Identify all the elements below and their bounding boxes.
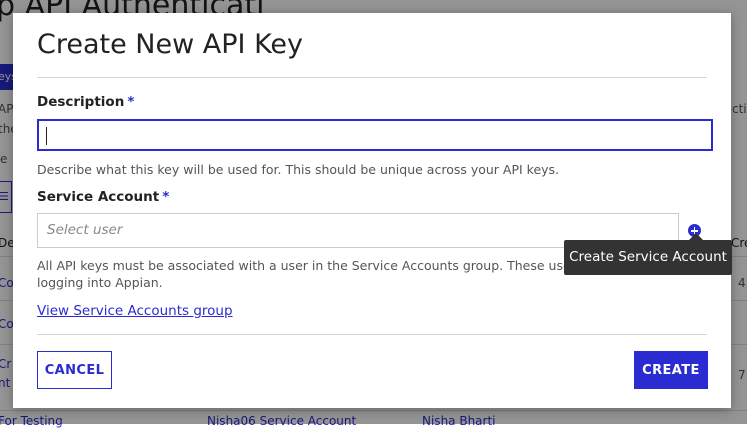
- text-caret: [46, 127, 47, 145]
- description-input[interactable]: [37, 119, 713, 151]
- footer-divider: [37, 334, 707, 335]
- create-api-key-dialog: Create New API Key Description * Describe…: [13, 13, 731, 408]
- create-button[interactable]: CREATE: [634, 351, 708, 389]
- required-marker: *: [127, 94, 135, 110]
- view-service-accounts-group-link[interactable]: View Service Accounts group: [37, 303, 233, 319]
- description-help-text: Describe what this key will be used for.…: [37, 162, 560, 177]
- service-account-label: Service Account *: [37, 189, 169, 205]
- title-divider: [37, 77, 707, 78]
- description-label-text: Description: [37, 94, 125, 110]
- service-account-placeholder: Select user: [47, 222, 123, 238]
- service-account-label-text: Service Account: [37, 189, 160, 205]
- dialog-title: Create New API Key: [37, 29, 304, 60]
- service-account-help-line-2: logging into Appian.: [37, 275, 163, 290]
- description-label: Description *: [37, 94, 134, 110]
- tooltip-arrow: [689, 233, 703, 240]
- cancel-button[interactable]: CANCEL: [37, 351, 112, 389]
- required-marker: *: [162, 189, 170, 205]
- create-service-account-tooltip: Create Service Account: [564, 240, 732, 275]
